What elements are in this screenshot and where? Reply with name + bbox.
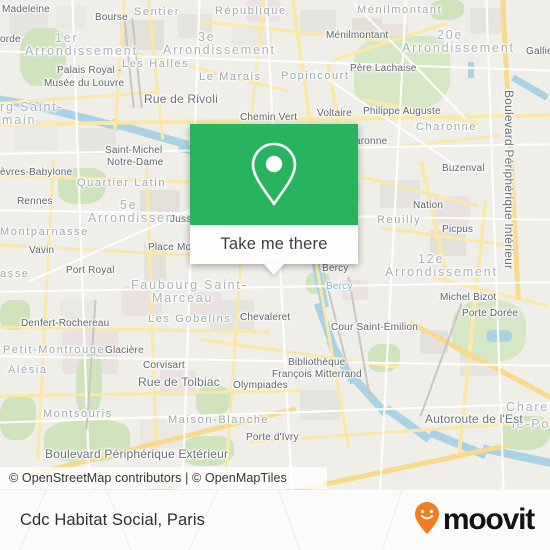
map-label: Michel Bizot: [440, 292, 497, 303]
map-label: Quartier Latin: [77, 177, 167, 189]
map-label: Arrondissement: [402, 41, 515, 55]
map-label: Chemin Vert: [240, 112, 298, 123]
map-label: François Mitterrand: [272, 369, 362, 380]
map-label: Arrondissement: [385, 265, 498, 279]
map-label: Boulevard Périphérique Extérieur: [45, 447, 229, 461]
map-label: Picpus: [442, 224, 474, 235]
map-label: èvres-Babylone: [0, 167, 73, 178]
map-label: Maison-Blanche: [168, 414, 270, 426]
map-label: Porte Dorée: [462, 308, 519, 319]
popup-icon-panel: [190, 124, 358, 225]
map-label: Les Gobelins: [148, 313, 232, 325]
attribution-text: © OpenStreetMap contributors | © OpenMap…: [9, 471, 287, 485]
map-label: Rennes: [17, 196, 53, 207]
map-label: asse: [0, 268, 30, 280]
popup-pointer: [263, 263, 285, 275]
map-label: Rue de Rivoli: [144, 92, 218, 106]
map-label: Palais Royal -: [57, 65, 122, 76]
map-label: Port Royal: [66, 265, 115, 276]
map-label: Notre-Dame: [107, 157, 164, 168]
map-block: [300, 390, 340, 420]
map-label: Arrondissement: [25, 44, 138, 58]
map-label: Vavin: [29, 245, 55, 256]
map-label: République: [215, 5, 287, 17]
map-attribution: © OpenStreetMap contributors | © OpenMap…: [0, 467, 327, 489]
map-label: Ménilmontant: [357, 4, 443, 16]
map-label: Corvisart: [143, 360, 185, 371]
map-label: Voltaire: [317, 108, 352, 119]
map-pin-icon: [246, 140, 302, 210]
map-label: Faubourg Saint-: [131, 278, 248, 292]
map-label: Bercy: [322, 263, 349, 274]
map-label: Philippe Auguste: [363, 106, 441, 117]
map-label: Reuilly: [377, 214, 422, 226]
map-label: Madeleine: [2, 4, 50, 15]
map-label: Les Halles: [122, 58, 190, 70]
map-label: Chevaleret: [240, 312, 291, 323]
map-label: 5e: [120, 198, 138, 212]
take-me-there-label: Take me there: [220, 235, 328, 253]
map-label: Olympiades: [233, 380, 288, 391]
map-label: rg Saint-: [0, 100, 64, 114]
map-label: Montsouris: [43, 408, 113, 420]
map-label: Musée du Louvre: [44, 78, 125, 89]
map-label: Nation: [413, 200, 444, 211]
map-label: Popincourt: [281, 70, 350, 82]
canal: [468, 62, 474, 78]
map-label: 20e: [437, 28, 464, 42]
map-label: Rue de Tolbiac: [138, 375, 220, 389]
map-label: orde: [0, 34, 21, 45]
map-label: Denfert-Rochereau: [21, 318, 110, 329]
map-label: 12e: [418, 252, 445, 266]
map-label: Père Lachaise: [350, 63, 417, 74]
map-label: Petit-Montrouge: [3, 344, 106, 356]
map-label: 1er: [55, 31, 79, 45]
map-label: Le Marais: [199, 71, 262, 83]
map-screenshot: Madeleine Bourse Sentier République Ménilmon…: [0, 0, 550, 550]
map-label: Gallieni: [526, 46, 550, 57]
park-area: [0, 396, 36, 440]
map-label: Charonne: [416, 121, 478, 133]
map-label: Montparnasse: [0, 226, 89, 238]
map-label: Autoroute de l'Est: [425, 412, 523, 426]
map-label: Arrondissement: [163, 43, 276, 57]
take-me-there-button[interactable]: Take me there: [190, 225, 358, 275]
place-title: Cdc Habitat Social, Paris: [20, 510, 205, 529]
location-popup-card[interactable]: Take me there: [190, 124, 358, 275]
map-label: Marceau: [152, 291, 214, 305]
footer-map-trace: [377, 490, 405, 550]
map-label: Porte d'Ivry: [246, 432, 299, 443]
map-label: Glacière: [105, 345, 144, 356]
moovit-wordmark: moovit: [442, 503, 535, 536]
map-label: Bercy: [326, 281, 353, 292]
map-label: Bourse: [95, 12, 128, 23]
moovit-pin-smiley-icon: [414, 501, 440, 540]
map-label: Bibliothèque: [288, 357, 346, 368]
map-label: Ménilmontant: [326, 30, 389, 41]
moovit-logo[interactable]: moovit: [414, 501, 550, 540]
map-label: Buzenval: [442, 163, 485, 174]
map-label: Boulevard Périphérique Intérieur: [502, 90, 516, 270]
map-label: Sentier: [134, 6, 181, 18]
map-label: Cour Saint-Émilion: [331, 322, 418, 333]
map-label: Saint-Michel: [105, 145, 163, 156]
map-label: main: [2, 113, 37, 127]
map-label: aronne: [355, 136, 388, 147]
footer-map-trace: [274, 490, 308, 550]
map-label: 3e: [198, 30, 216, 44]
map-label: Alésia: [8, 364, 48, 376]
footer-bar: Cdc Habitat Social, Paris moovit: [0, 490, 550, 550]
